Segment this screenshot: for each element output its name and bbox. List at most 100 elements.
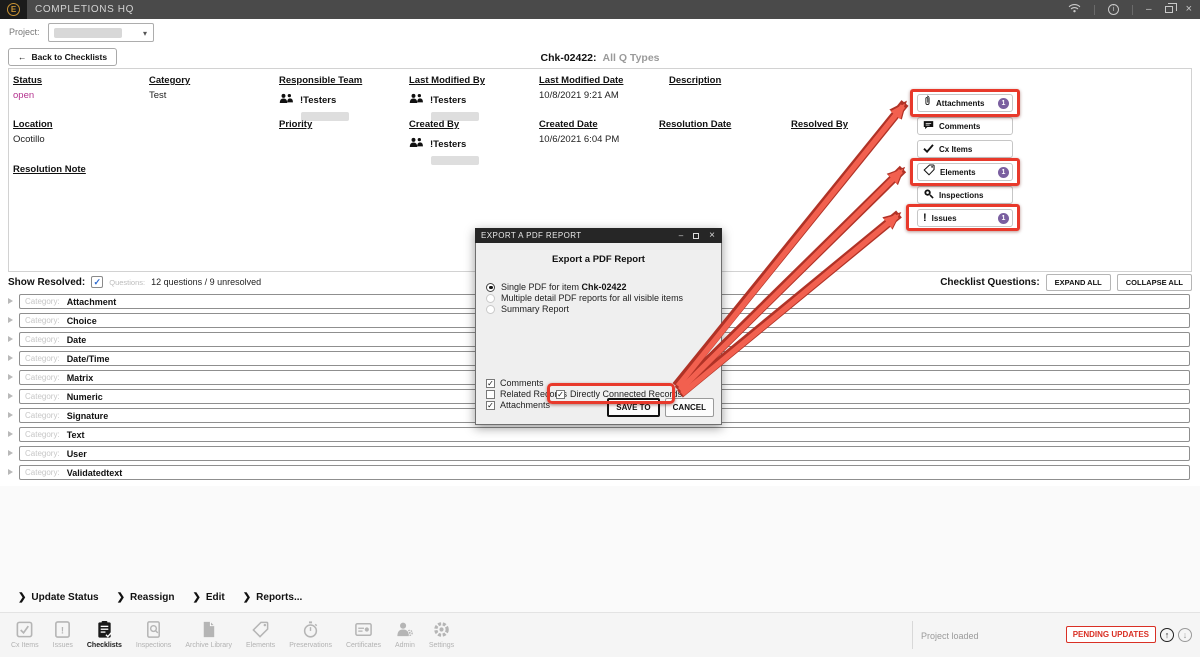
expand-arrow-icon[interactable] [8,336,13,342]
dialog-title: EXPORT A PDF REPORT [481,231,679,240]
close-icon[interactable]: × [1186,4,1192,15]
cx-items-button[interactable]: Cx Items [917,140,1013,158]
toolbar-item-admin[interactable]: Admin [388,617,422,651]
expand-arrow-icon[interactable] [8,298,13,304]
inspections-button[interactable]: Inspections [917,186,1013,204]
category-prefix-label: Category: [25,430,60,439]
category-name: User [67,449,87,459]
checklists-icon [95,619,114,640]
inspections-icon [144,619,163,640]
field-last-modified-date: Last Modified Date 10/8/2021 9:21 AM [539,75,623,101]
project-value-redacted [54,28,122,38]
comments-button[interactable]: Comments [917,117,1013,135]
category-name: Text [67,430,85,440]
restore-icon[interactable] [1165,6,1173,13]
field-category: Category Test [149,75,190,101]
status-message: Project loaded [921,631,979,641]
category-name: Matrix [67,373,94,383]
project-dropdown[interactable]: ▾ [48,23,154,42]
category-prefix-label: Category: [25,297,60,306]
field-resolution-date: Resolution Date [659,119,731,130]
project-bar: Project: ▾ [0,19,1200,46]
expand-arrow-icon[interactable] [8,355,13,361]
app-title: COMPLETIONS HQ [35,4,134,15]
status-value: open [13,90,42,101]
download-updates-icon[interactable]: ↓ [1178,628,1192,642]
toolbar-item-cx-items[interactable]: Cx Items [4,617,46,651]
field-resolved-by: Resolved By [791,119,848,130]
expand-arrow-icon[interactable] [8,450,13,456]
category-row-header[interactable]: Category: Text [19,427,1190,442]
settings-icon [432,619,451,640]
radio-single-pdf[interactable]: Single PDF for item Chk-02422 [486,282,627,292]
toolbar-item-archive-library[interactable]: Archive Library [178,617,239,651]
expand-arrow-icon[interactable] [8,469,13,475]
question-category-row: Category: User [19,446,1190,461]
toolbar-item-preservations[interactable]: Preservations [282,617,339,651]
count-badge: 1 [998,167,1009,178]
expand-arrow-icon[interactable] [8,412,13,418]
toolbar-item-inspections[interactable]: Inspections [129,617,178,651]
category-prefix-label: Category: [25,468,60,477]
toolbar-item-certificates[interactable]: Certificates [339,617,388,651]
magnifier-icon [923,186,934,204]
tag-icon [923,163,935,181]
dialog-minimize-icon[interactable]: – [679,231,683,240]
checkbox-attachments[interactable]: ✓ Attachments [486,400,550,410]
question-category-row: Category: Text [19,427,1190,442]
info-icon[interactable]: i [1108,4,1119,15]
show-resolved-checkbox[interactable]: ✓ [91,276,103,288]
chevron-right-icon: ❯ [117,592,125,603]
category-row-header[interactable]: Category: User [19,446,1190,461]
team-icon [279,91,294,109]
attachments-button[interactable]: Attachments 1 [917,94,1013,112]
team-icon [409,135,424,153]
collapse-all-button[interactable]: COLLAPSE ALL [1117,274,1192,291]
issues-button[interactable]: ! Issues 1 [917,209,1013,227]
app-window: E COMPLETIONS HQ i – × Project: ▾ ← Back… [0,0,1200,657]
radio-icon [486,294,495,303]
dialog-maximize-icon[interactable] [693,233,699,239]
count-badge: 1 [998,213,1009,224]
checkbox-related-records[interactable]: Related Records [486,389,567,399]
field-resolution-note: Resolution Note [13,164,86,175]
category-prefix-label: Category: [25,392,60,401]
expand-arrow-icon[interactable] [8,374,13,380]
checkbox-comments[interactable]: ✓ Comments [486,378,544,388]
expand-arrow-icon[interactable] [8,393,13,399]
save-to-button[interactable]: SAVE TO [607,398,659,417]
expand-arrow-icon[interactable] [8,431,13,437]
field-created-by: Created By !Testers [409,119,479,165]
category-name: Date/Time [67,354,110,364]
app-toolbar: Cx Items!IssuesChecklistsInspectionsArch… [0,612,1200,657]
category-prefix-label: Category: [25,449,60,458]
expand-arrow-icon[interactable] [8,317,13,323]
upload-updates-icon[interactable]: ↑ [1160,628,1174,642]
elements-button[interactable]: Elements 1 [917,163,1013,181]
category-row-header[interactable]: Category:Validatedtext [19,465,1190,480]
project-label: Project: [9,27,40,37]
action-reports[interactable]: ❯Reports... [243,592,303,603]
toolbar-item-checklists[interactable]: Checklists [80,617,129,651]
cx-items-icon [15,619,34,640]
toolbar-item-elements[interactable]: Elements [239,617,282,651]
field-responsible-team: Responsible Team !Testers [279,75,362,121]
pending-updates-badge[interactable]: PENDING UPDATES [1066,626,1156,643]
expand-all-button[interactable]: EXPAND ALL [1046,274,1111,291]
toolbar-item-settings[interactable]: Settings [422,617,461,651]
action-update-status[interactable]: ❯Update Status [18,592,99,603]
questions-label: Questions: [109,278,145,287]
field-last-modified-by: Last Modified By !Testers [409,75,485,121]
action-edit[interactable]: ❯Edit [192,592,224,603]
field-priority: Priority [279,119,312,130]
dialog-close-icon[interactable]: × [709,230,715,241]
count-badge: 1 [998,98,1009,109]
toolbar-item-issues[interactable]: !Issues [46,617,80,651]
radio-multiple-pdf[interactable]: Multiple detail PDF reports for all visi… [486,293,683,303]
action-reassign[interactable]: ❯Reassign [117,592,175,603]
question-category-row: Category:Validatedtext [19,465,1190,480]
minimize-icon[interactable]: – [1146,5,1152,15]
questions-count: 12 questions / 9 unresolved [151,277,261,287]
radio-summary-report[interactable]: Summary Report [486,304,569,314]
cancel-button[interactable]: CANCEL [665,398,714,417]
